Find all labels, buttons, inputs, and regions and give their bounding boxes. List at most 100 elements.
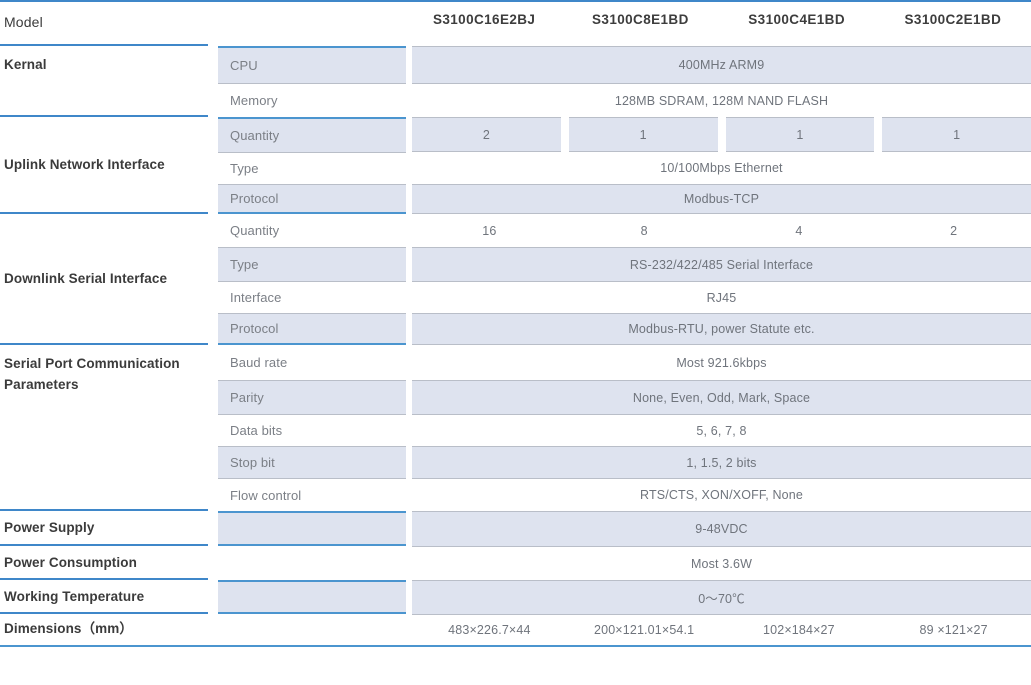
sub-label-baud-rate: Baud rate [230,355,288,370]
value-uplink-type: 10/100Mbps Ethernet [412,152,1031,184]
group-label-downlink: Downlink Serial Interface [4,271,168,287]
value-flow-control-text: RTS/CTS, XON/XOFF, None [640,488,803,502]
group-cell-power-consumption: Power Consumption [0,546,208,580]
value-cell: 483×226.7×44 [448,623,531,637]
value-power-consumption-text: Most 3.6W [690,556,753,571]
value-downlink-type-text: RS-232/422/485 Serial Interface [629,257,814,272]
group-label-working-temperature: Working Temperature [4,588,145,604]
group-label-dimensions: Dimensions（mm） [4,621,133,637]
value-downlink-type: RS-232/422/485 Serial Interface [412,247,1031,281]
sub-label-uplink-protocol: Protocol [230,191,279,206]
group-label-uplink: Uplink Network Interface [4,157,165,173]
value-cell: 2 [950,223,958,238]
sub-row-dimensions-blank [218,614,406,645]
model-name: S3100C2E1BD [904,12,1002,27]
sub-label-stop-bit: Stop bit [230,455,275,470]
sub-label-uplink-type: Type [230,161,259,176]
value-cell: 102×184×27 [763,623,835,637]
sub-row-baud-rate: Baud rate [218,345,406,380]
value-cell: 8 [640,223,648,238]
value-power-supply-text: 9-48VDC [695,522,748,536]
sub-row-stop-bit: Stop bit [218,446,406,478]
value-baud-rate-text: Most 921.6kbps [676,355,767,370]
value-cell: 1 [725,117,875,152]
value-cell: 2 [412,117,561,152]
value-memory: 128MB SDRAM, 128M NAND FLASH [412,83,1031,117]
value-data-bits-text: 5, 6, 7, 8 [696,423,747,438]
value-cpu: 400MHz ARM9 [412,46,1031,83]
value-cell: 1 [568,117,718,152]
value-cpu-text: 400MHz ARM9 [678,58,765,72]
header-model-label: Model [4,14,43,30]
value-uplink-quantity: 2 1 1 1 [412,117,1031,152]
table-bottom-rule [0,645,1031,647]
sub-row-uplink-type: Type [218,152,406,184]
sub-row-downlink-quantity: Quantity [218,214,406,247]
value-uplink-type-text: 10/100Mbps Ethernet [660,161,783,175]
sub-row-cpu: CPU [218,46,406,83]
value-cell: 200×121.01×54.1 [593,623,695,637]
sub-label-downlink-interface: Interface [230,290,282,305]
sub-row-downlink-protocol: Protocol [218,313,406,345]
value-cell: 89 ×121×27 [919,623,988,637]
value-cell: 1 [882,117,1031,152]
value-memory-text: 128MB SDRAM, 128M NAND FLASH [614,93,829,108]
value-stop-bit: 1, 1.5, 2 bits [412,446,1031,478]
value-working-temperature: 0～70℃ [412,580,1031,614]
value-flow-control: RTS/CTS, XON/XOFF, None [412,478,1031,511]
value-cell: 4 [795,223,803,238]
sub-row-power-supply-blank [218,511,406,546]
value-baud-rate: Most 921.6kbps [412,345,1031,380]
value-downlink-interface-text: RJ45 [706,290,737,305]
value-working-temperature-text: 0～70℃ [698,592,745,606]
sub-label-memory: Memory [230,93,278,108]
group-cell-working-temperature: Working Temperature [0,580,208,614]
sub-row-memory: Memory [218,83,406,117]
model-name: S3100C4E1BD [748,12,845,27]
sub-label-downlink-quantity: Quantity [230,223,280,238]
sub-label-cpu: CPU [230,58,258,73]
sub-label-uplink-quantity: Quantity [230,128,280,143]
group-cell-kernal: Kernal [0,46,208,117]
value-dimensions: 483×226.7×44 200×121.01×54.1 102×184×27 … [412,614,1031,645]
sub-row-power-consumption-blank [218,546,406,580]
sub-row-uplink-quantity: Quantity [218,117,406,152]
group-cell-serial-params: Serial Port Communication Parameters [0,345,208,511]
value-uplink-protocol-text: Modbus-TCP [683,192,760,206]
model-name: S3100C8E1BD [592,12,689,27]
group-label-power-supply: Power Supply [4,520,95,536]
group-cell-dimensions: Dimensions（mm） [0,614,208,645]
sub-row-downlink-type: Type [218,247,406,281]
table-header-row: Model S3100C16E2BJ S3100C8E1BD S3100C4E1… [0,2,1031,42]
specification-table: Model S3100C16E2BJ S3100C8E1BD S3100C4E1… [0,0,1031,685]
group-label-power-consumption: Power Consumption [4,554,137,570]
value-uplink-protocol: Modbus-TCP [412,184,1031,214]
sub-row-parity: Parity [218,380,406,414]
value-cell: 16 [482,223,497,238]
group-label-serial-params: Serial Port Communication Parameters [4,356,180,392]
group-cell-power-supply: Power Supply [0,511,208,546]
sub-label-flow-control: Flow control [230,487,302,503]
value-power-supply: 9-48VDC [412,511,1031,546]
sub-label-downlink-protocol: Protocol [230,321,279,336]
sub-label-parity: Parity [230,390,264,405]
sub-row-data-bits: Data bits [218,414,406,446]
value-downlink-protocol: Modbus-RTU, power Statute etc. [412,313,1031,345]
group-label-kernal: Kernal [4,57,47,72]
model-name: S3100C16E2BJ [432,12,536,27]
value-downlink-protocol-text: Modbus-RTU, power Statute etc. [628,322,815,336]
sub-row-uplink-protocol: Protocol [218,184,406,214]
value-downlink-interface: RJ45 [412,281,1031,313]
header-model-names: S3100C16E2BJ S3100C8E1BD S3100C4E1BD S31… [406,12,1031,27]
sub-label-data-bits: Data bits [230,423,283,438]
sub-row-working-temperature-blank [218,580,406,614]
sub-row-downlink-interface: Interface [218,281,406,313]
value-parity-text: None, Even, Odd, Mark, Space [632,390,811,405]
group-cell-uplink: Uplink Network Interface [0,117,208,214]
value-power-consumption: Most 3.6W [412,546,1031,580]
value-parity: None, Even, Odd, Mark, Space [412,380,1031,414]
value-data-bits: 5, 6, 7, 8 [412,414,1031,446]
group-cell-downlink: Downlink Serial Interface [0,214,208,345]
sub-label-downlink-type: Type [230,257,259,272]
value-stop-bit-text: 1, 1.5, 2 bits [686,455,757,470]
